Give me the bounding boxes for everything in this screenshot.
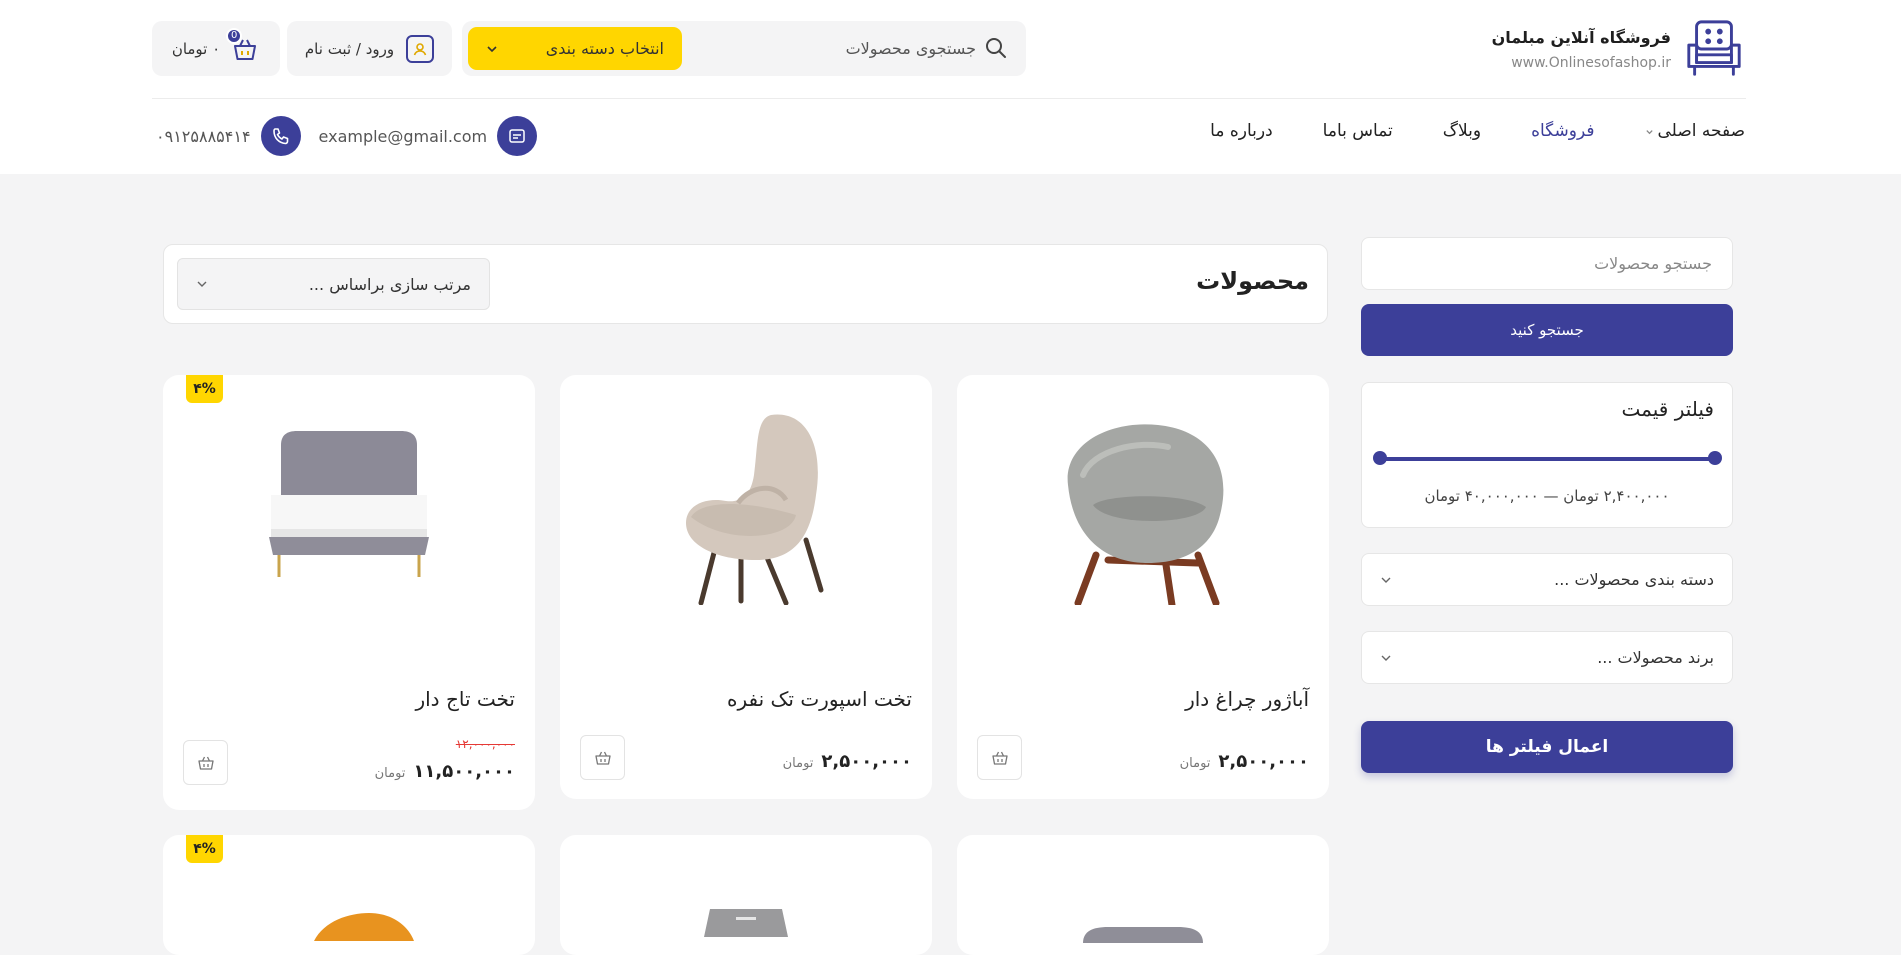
brand[interactable]: فروشگاه آنلاین مبلمان www.Onlinesofashop… [1492,18,1745,80]
nav-item-label: درباره ما [1210,121,1273,141]
cart-total: ۰ تومان [171,39,221,58]
apply-filters-button[interactable]: اعمال فیلتر ها [1361,721,1733,773]
basket-icon [991,751,1008,765]
product-image-bed[interactable] [163,385,535,625]
category-select[interactable]: انتخاب دسته بندی [468,27,682,70]
email-contact[interactable]: example@gmail.com [319,116,538,156]
site-header: فروشگاه آنلاین مبلمان www.Onlinesofashop… [0,0,1901,174]
add-to-cart-button[interactable] [580,735,625,780]
chevron-down-icon [197,281,207,287]
nav-item-label: صفحه اصلی [1657,121,1745,141]
product-name[interactable]: تخت اسپورت تک نفره [727,687,912,711]
brand-url: www.Onlinesofashop.ir [1511,54,1671,71]
sort-select-label: مرتب سازی براساس ... [308,274,471,294]
products-header: محصولات مرتب سازی براساس ... [163,244,1328,324]
price-value: ۲,۵۰۰,۰۰۰ [1218,751,1309,772]
basket-icon [594,751,611,765]
product-price: ۲,۵۰۰,۰۰۰ تومان [1180,751,1309,772]
nav-item-blog[interactable]: وبلاگ [1443,121,1481,141]
sidebar-search-button-label: جستجو کنید [1510,321,1584,339]
cart-icon: 0 [226,27,260,64]
sidebar-search [1361,237,1733,290]
sidebar-search-input[interactable] [1362,238,1732,289]
cart-count-badge: 0 [226,27,243,44]
login-button[interactable]: ورود / ثبت نام [287,21,452,76]
nav-item-contact[interactable]: تماس باما [1323,121,1393,141]
nav-item-shop[interactable]: فروشگاه [1531,121,1594,141]
nav-item-label: تماس باما [1322,121,1393,141]
mail-icon [497,116,538,156]
phone-number: ۰۹۱۲۵۸۸۵۴۱۴ [156,126,251,146]
nav-item-home[interactable]: صفحه اصلی [1645,121,1745,141]
price-slider-max-handle[interactable] [1373,451,1387,465]
price-value: ۱۱,۵۰۰,۰۰۰ [413,761,515,782]
discount-badge: ۴% [186,835,223,863]
product-image-lounge-chair[interactable] [560,385,932,625]
product-card[interactable]: تخت اسپورت تک نفره ۲,۵۰۰,۰۰۰ تومان [560,375,932,799]
product-image-partial [704,909,788,937]
category-filter-select[interactable]: دسته بندی محصولات ... [1361,553,1733,606]
basket-icon [197,756,214,770]
product-image-armchair[interactable] [957,385,1329,625]
price-slider-min-handle[interactable] [1708,451,1722,465]
price-currency: تومان [374,766,406,781]
price-filter-title: فیلتر قیمت [1621,397,1714,421]
product-card[interactable] [957,835,1329,955]
sidebar-search-button[interactable]: جستجو کنید [1361,304,1733,356]
chevron-down-icon [487,45,497,52]
main-nav: صفحه اصلی فروشگاه وبلاگ تماس باما درباره… [1210,121,1745,141]
user-icon [406,34,435,63]
category-filter-label: دسته بندی محصولات ... [1554,570,1714,589]
armchair-logo-icon [1687,20,1741,76]
price-value: ۲,۵۰۰,۰۰۰ [821,751,912,772]
product-card[interactable]: ۴% [163,835,535,955]
price-currency: تومان [782,756,814,771]
login-label: ورود / ثبت نام [304,39,395,58]
price-range-text: ۲,۴۰۰,۰۰۰ تومان — ۴۰,۰۰۰,۰۰۰ تومان [1424,487,1670,505]
product-price: ۲,۵۰۰,۰۰۰ تومان [783,751,912,772]
contact-info: ۰۹۱۲۵۸۸۵۴۱۴ example@gmail.com [156,116,538,156]
product-price: ۱۱,۵۰۰,۰۰۰ تومان [375,761,515,782]
phone-icon [260,116,301,156]
product-image-partial [314,913,414,941]
old-price: ۱۲,۰۰۰,۰۰۰ [455,737,515,751]
email-address: example@gmail.com [318,126,488,146]
add-to-cart-button[interactable] [183,740,228,785]
price-slider-track[interactable] [1379,457,1715,461]
nav-item-about[interactable]: درباره ما [1210,121,1273,141]
add-to-cart-button[interactable] [977,735,1022,780]
product-card[interactable] [560,835,932,955]
sort-select[interactable]: مرتب سازی براساس ... [177,258,490,310]
search-input[interactable] [746,21,976,76]
nav-item-label: وبلاگ [1442,121,1482,141]
chevron-down-icon [1645,129,1653,134]
category-select-label: انتخاب دسته بندی [545,39,664,58]
apply-filters-label: اعمال فیلتر ها [1485,737,1609,757]
brand-filter-select[interactable]: برند محصولات ... [1361,631,1733,684]
page-title: محصولات [1196,267,1309,295]
chevron-down-icon [1381,655,1391,661]
cart-button[interactable]: 0 ۰ تومان [152,21,280,76]
product-image-partial [1083,927,1203,943]
brand-filter-label: برند محصولات ... [1597,648,1714,667]
phone-contact[interactable]: ۰۹۱۲۵۸۸۵۴۱۴ [156,116,301,156]
product-name[interactable]: تخت تاج دار [415,687,515,711]
price-filter: فیلتر قیمت ۲,۴۰۰,۰۰۰ تومان — ۴۰,۰۰۰,۰۰۰ … [1361,382,1733,528]
product-card[interactable]: آباژور چراغ دار ۲,۵۰۰,۰۰۰ تومان [957,375,1329,799]
search-icon[interactable] [984,36,1008,60]
product-card[interactable]: ۴% تخت تاج دار ۱۲,۰۰۰,۰۰۰ ۱۱,۵۰۰,۰۰۰ توم… [163,375,535,810]
product-name[interactable]: آباژور چراغ دار [1185,687,1309,711]
chevron-down-icon [1381,577,1391,583]
header-search: انتخاب دسته بندی [462,21,1026,76]
nav-item-label: فروشگاه [1531,121,1595,141]
brand-name: فروشگاه آنلاین مبلمان [1491,27,1671,47]
price-currency: تومان [1179,756,1211,771]
header-divider [152,98,1746,99]
